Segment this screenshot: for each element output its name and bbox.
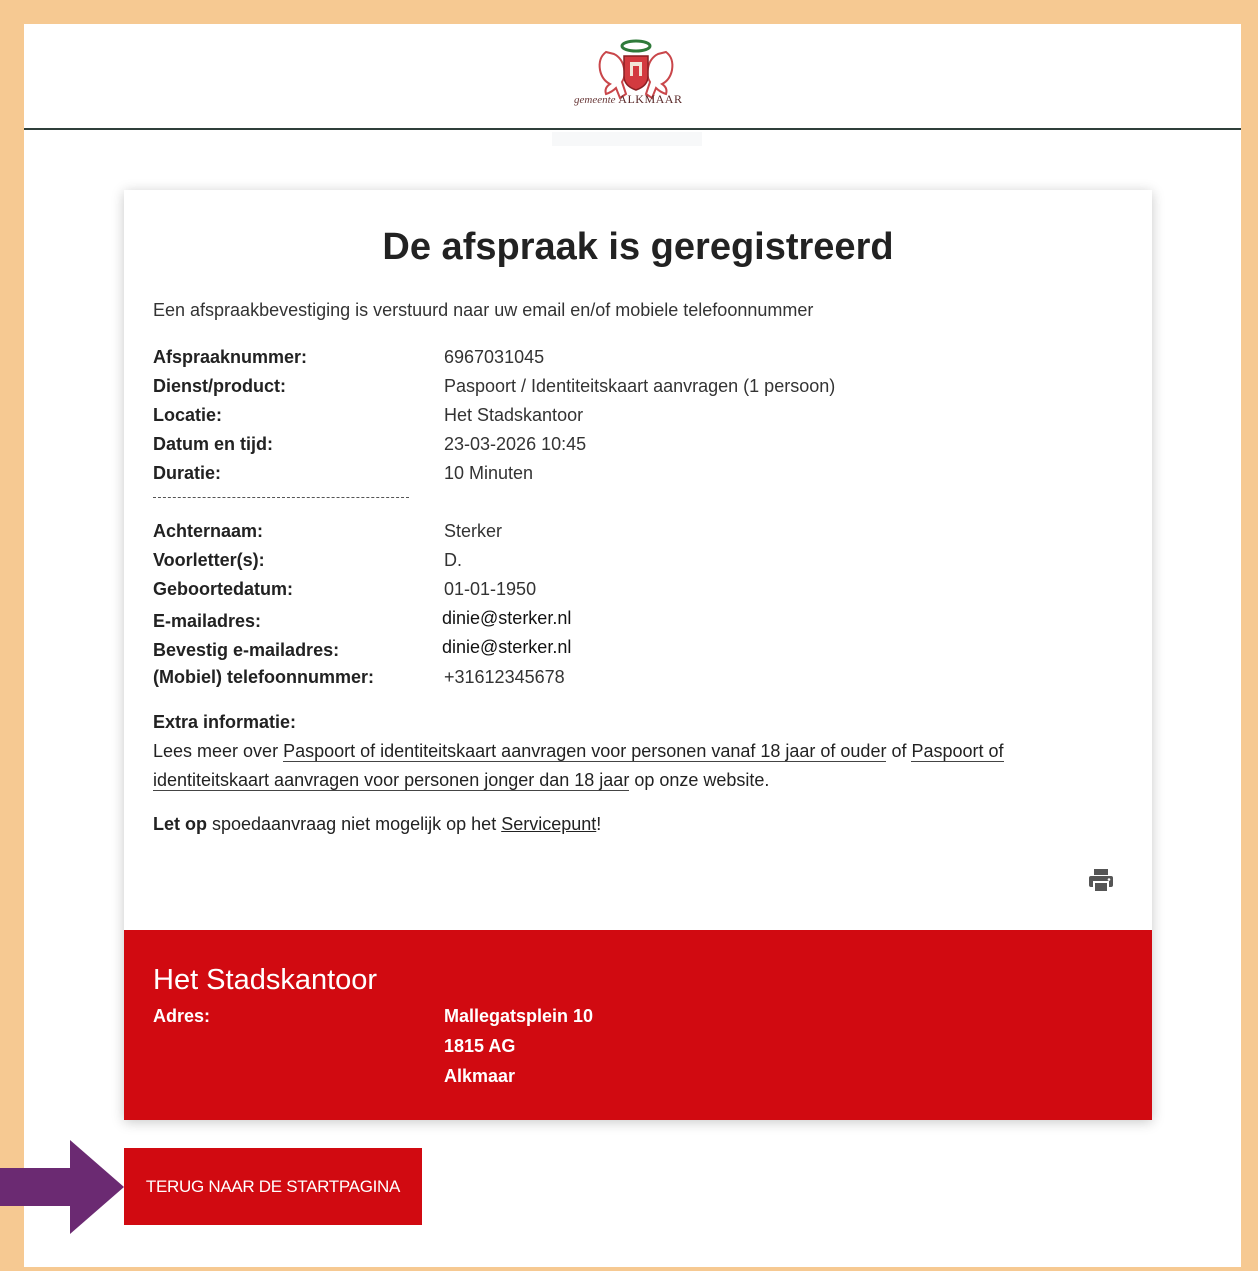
detail-value: dinie@sterker.nl <box>442 637 572 657</box>
extra-info: Extra informatie: Lees meer over Paspoor… <box>153 708 1093 795</box>
details-divider <box>153 497 409 498</box>
extra-info-suffix: op onze website. <box>629 770 770 790</box>
detail-label: E-mailadres: <box>153 611 262 631</box>
link-passport-adults[interactable]: Paspoort of identiteitskaart aanvragen v… <box>283 741 887 762</box>
header-tab-strip <box>552 132 702 146</box>
detail-value: Het Stadskantoor <box>444 405 584 425</box>
address-postcode: 1815 AG <box>444 1036 516 1056</box>
page-frame: gemeente ALKMAAR De afspraak is geregist… <box>24 24 1241 1267</box>
location-address-panel: Het Stadskantoor Adres: Mallegatsplein 1… <box>124 930 1152 1120</box>
address-city: Alkmaar <box>444 1066 516 1086</box>
logo-municipality: gemeente <box>574 94 616 106</box>
detail-label: Dienst/product: <box>153 376 286 396</box>
extra-info-text: Lees meer over Paspoort of identiteitska… <box>153 737 1093 795</box>
detail-label: Geboortedatum: <box>153 579 294 599</box>
address-label: Adres: <box>153 1006 211 1026</box>
detail-value: 10 Minuten <box>444 463 534 483</box>
extra-info-middle: of <box>886 741 912 761</box>
detail-value: 6967031045 <box>444 347 545 367</box>
logo-text: gemeente ALKMAAR <box>574 92 682 107</box>
urgent-note: Let op spoedaanvraag niet mogelijk op he… <box>153 814 601 835</box>
detail-label: (Mobiel) telefoonnummer: <box>153 667 374 687</box>
page-title: De afspraak is geregistreerd <box>382 226 894 268</box>
note-bold: Let op <box>153 814 207 834</box>
note-text: spoedaanvraag niet mogelijk op het <box>207 814 502 834</box>
detail-value: 01-01-1950 <box>444 579 537 599</box>
detail-label: Locatie: <box>153 405 223 425</box>
extra-info-prefix: Lees meer over <box>153 741 284 761</box>
logo-city: ALKMAAR <box>618 92 683 106</box>
detail-value: D. <box>444 550 462 570</box>
detail-label: Bevestig e-mailadres: <box>153 640 340 660</box>
detail-value: 23-03-2026 10:45 <box>444 434 587 454</box>
printer-icon[interactable] <box>1087 868 1115 894</box>
address-street: Mallegatsplein 10 <box>444 1006 594 1026</box>
detail-label: Voorletter(s): <box>153 550 265 570</box>
site-header: gemeente ALKMAAR <box>24 24 1241 130</box>
detail-label: Achternaam: <box>153 521 264 541</box>
detail-value: Sterker <box>444 521 503 541</box>
confirmation-card: De afspraak is geregistreerd Een afspraa… <box>124 190 1152 1120</box>
confirmation-intro: Een afspraakbevestiging is verstuurd naa… <box>153 300 814 320</box>
link-servicepunt[interactable]: Servicepunt <box>501 814 596 834</box>
location-title: Het Stadskantoor <box>153 964 378 996</box>
detail-value: dinie@sterker.nl <box>442 608 572 628</box>
back-to-start-button[interactable]: TERUG NAAR DE STARTPAGINA <box>124 1148 422 1225</box>
detail-value: Paspoort / Identiteitskaart aanvragen (1… <box>444 376 836 396</box>
detail-value: +31612345678 <box>444 667 565 687</box>
note-end: ! <box>596 814 602 834</box>
detail-label: Datum en tijd: <box>153 434 273 454</box>
extra-info-heading: Extra informatie: <box>153 712 297 732</box>
arrow-right-icon <box>0 1140 124 1234</box>
detail-label: Duratie: <box>153 463 222 483</box>
detail-label: Afspraaknummer: <box>153 347 308 367</box>
